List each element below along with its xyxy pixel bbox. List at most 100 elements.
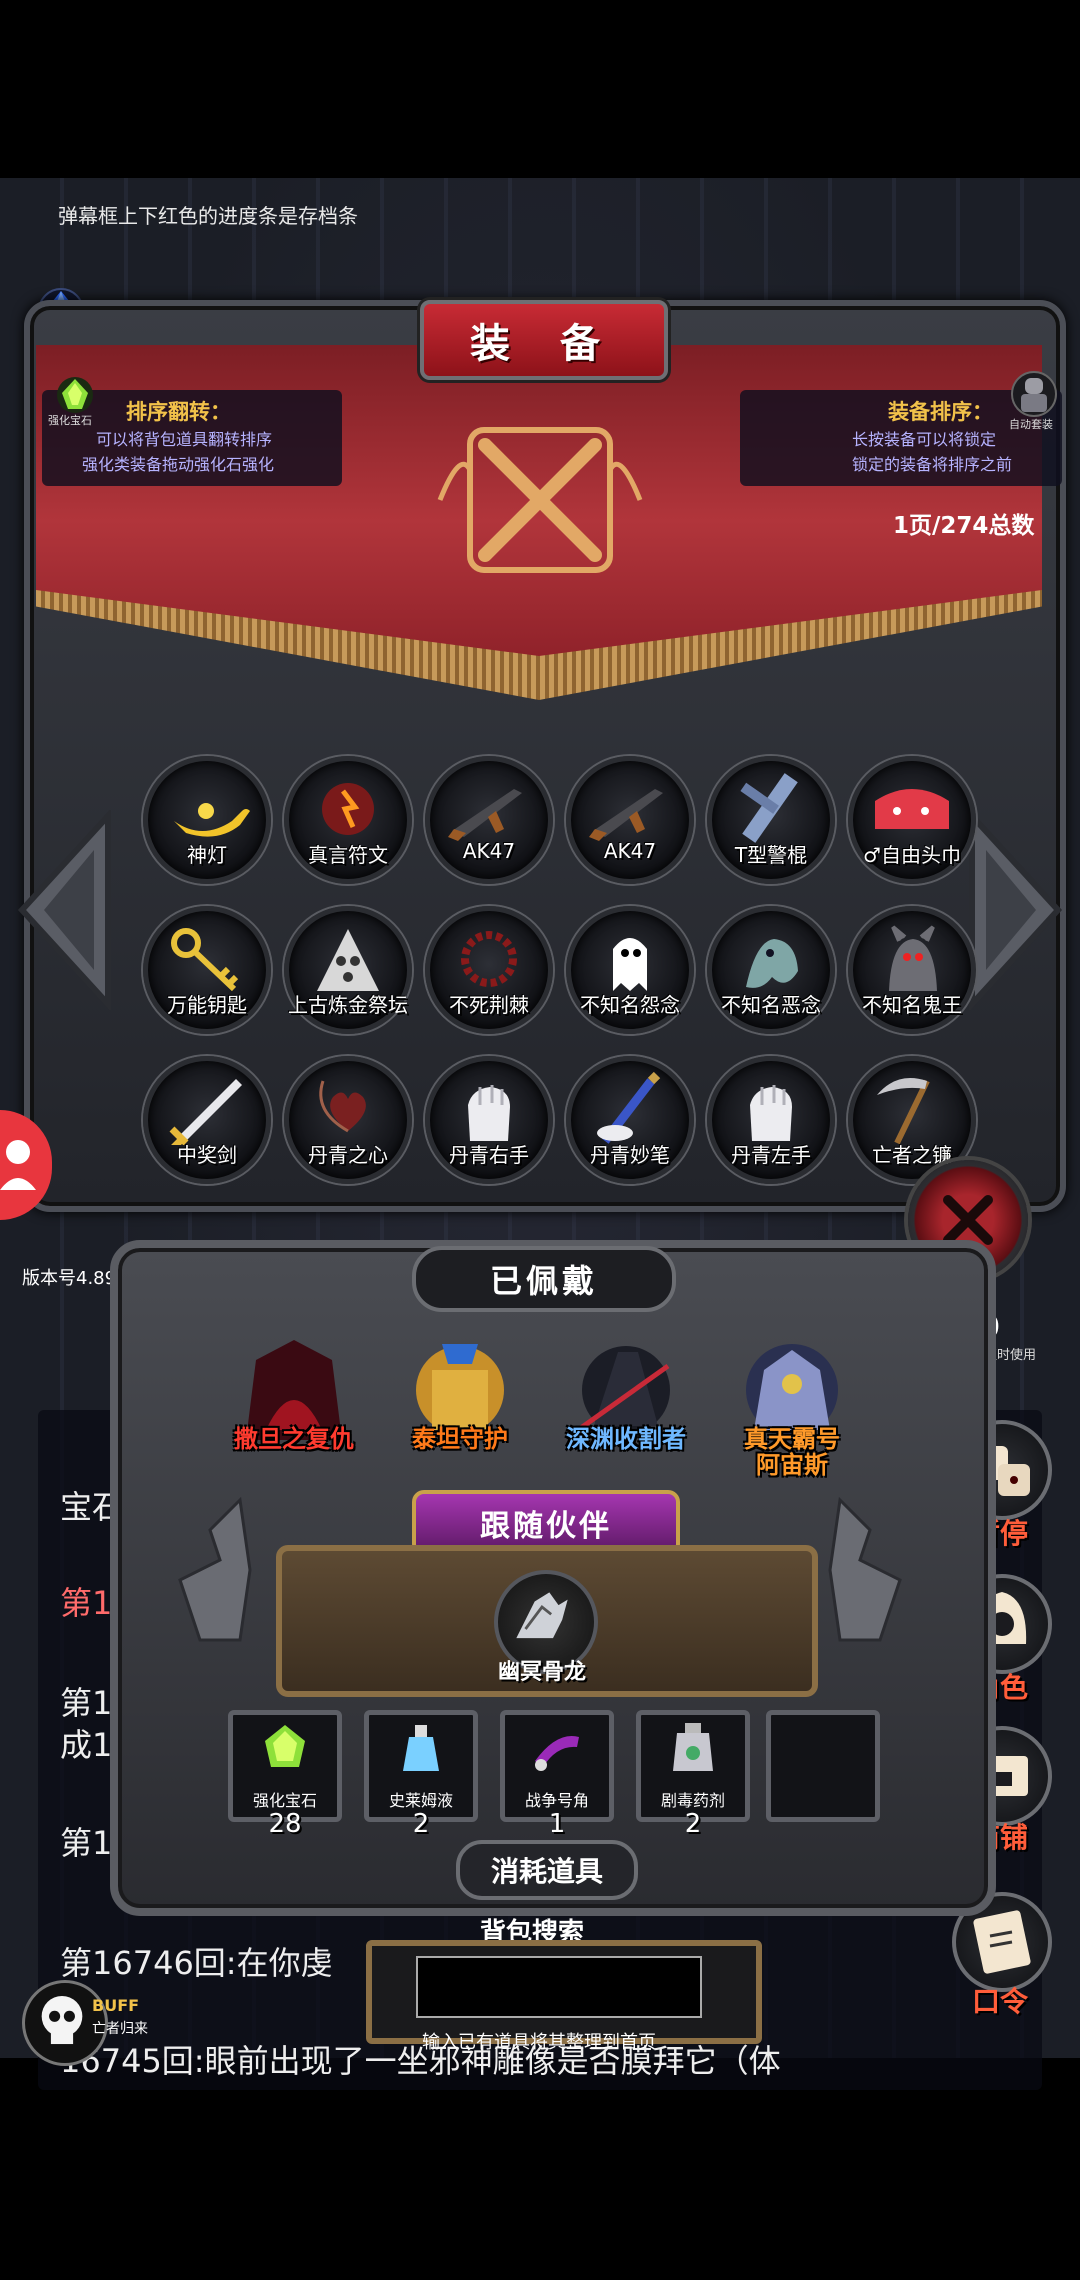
inventory-item-label: 不知名恶念 [721, 993, 821, 1017]
equipped-item[interactable]: 撒旦之复仇 [226, 1330, 362, 1466]
inventory-item[interactable]: 丹青左手 [707, 1056, 835, 1184]
inventory-item[interactable]: 神灯 [143, 756, 271, 884]
inventory-item[interactable]: 上古炼金祭坛 [284, 906, 412, 1034]
sword-icon [169, 1079, 242, 1145]
consumable-label: 战争号角 [524, 1791, 589, 1810]
inventory-item[interactable]: 丹青之心 [284, 1056, 412, 1184]
log-line: 第16746回:在你虔 [60, 1944, 333, 1982]
consumable-count: 1 [548, 1809, 566, 1839]
inventory-item[interactable]: 丹青妙笔 [566, 1056, 694, 1184]
inventory-item-label: 真言符文 [308, 843, 388, 867]
prev-page-arrow-icon[interactable] [16, 808, 112, 1012]
magic-lamp-icon [174, 803, 250, 837]
heart-chain-icon [319, 1080, 366, 1133]
equipped-item-label: 泰坦守护 [412, 1425, 508, 1453]
backpack-search-input[interactable] [416, 1956, 702, 2018]
inventory-item[interactable]: AK47 [566, 756, 694, 884]
page-title: 装 备 [420, 300, 668, 380]
crossed-swords-emblem-icon [430, 410, 650, 590]
inventory-item[interactable]: AK47 [425, 756, 553, 884]
thorn-wreath-icon [461, 931, 517, 987]
consumable-slot[interactable]: 战争号角 1 [500, 1710, 614, 1839]
inventory-item-label: 神灯 [187, 843, 227, 867]
inventory-item[interactable]: 丹青右手 [425, 1056, 553, 1184]
consumable-count: 28 [268, 1809, 302, 1839]
ghost-icon [613, 938, 647, 991]
skull-altar-icon [317, 929, 379, 991]
inventory-item[interactable]: 不知名怨念 [566, 906, 694, 1034]
consumable-slot[interactable]: 强化宝石 28 [228, 1710, 342, 1839]
save-progress-hint: 弹幕框上下红色的进度条是存档条 [58, 204, 358, 228]
equipped-item-label: 撒旦之复仇 [234, 1425, 354, 1453]
key-icon [171, 928, 239, 992]
consumable-label: 剧毒药剂 [660, 1791, 725, 1810]
equipped-item[interactable]: 真天霸号 阿宙斯 [724, 1330, 860, 1478]
inventory-item[interactable]: 中奖剑 [143, 1056, 271, 1184]
inventory-item-label: AK47 [462, 839, 516, 863]
inventory-item[interactable]: 不知名鬼王 [848, 906, 976, 1034]
consumable-slot[interactable]: 史莱姆液 2 [364, 1710, 478, 1839]
inventory-item-label: 不死荆棘 [449, 993, 529, 1017]
inventory-item-label: ♂自由头巾 [863, 843, 961, 867]
equipped-item[interactable]: 深渊收割者 [558, 1330, 694, 1466]
baton-icon [740, 773, 798, 843]
equipped-item-label: 真天霸号 阿宙斯 [744, 1425, 840, 1479]
consumable-count: 2 [412, 1809, 430, 1839]
inventory-item[interactable]: 真言符文 [284, 756, 412, 884]
inventory-item[interactable]: T型警棍 [707, 756, 835, 884]
inventory-item-label: 中奖剑 [177, 1143, 237, 1167]
log-line: 第1 [60, 1824, 113, 1862]
search-hint: 输入已有道具将其整理到首页 [422, 2032, 656, 2053]
consumables-title-text: 消耗道具 [490, 1855, 603, 1888]
equipped-item-label: 深渊收割者 [566, 1425, 686, 1453]
consumable-icon [535, 1736, 579, 1771]
equipped-title: 已佩戴 [412, 1246, 676, 1312]
inventory-item-label: 不知名鬼王 [862, 993, 962, 1017]
consumables-title: 消耗道具 [456, 1840, 638, 1900]
inventory-item-label: 丹青左手 [731, 1143, 811, 1167]
inventory-item-label: 不知名怨念 [580, 993, 680, 1017]
version-label: 版本号4.89 [22, 1268, 117, 1289]
inventory-item-label: 上古炼金祭坛 [288, 993, 408, 1017]
inventory-item-label: 万能钥匙 [167, 993, 247, 1017]
auto-equip-knight-icon[interactable]: 自动套装 [1005, 370, 1063, 431]
consumable-label: 强化宝石 [252, 1791, 317, 1810]
inventory-item-label: 丹青之心 [308, 1143, 388, 1167]
page-counter: 1页/274总数 [893, 513, 1035, 539]
inventory-item-label: 丹青右手 [449, 1143, 529, 1167]
consumable-label: 史莱姆液 [388, 1791, 453, 1810]
inventory-item[interactable]: ♂自由头巾 [848, 756, 976, 884]
consumable-icon [673, 1723, 713, 1771]
strengthen-gem-label: 强化宝石 [48, 414, 92, 427]
rifle-icon [589, 789, 663, 841]
rifle-icon [448, 789, 522, 841]
page-title-text: 装 备 [470, 321, 618, 367]
sort-flip-line2: 强化类装备拖动强化石强化 [82, 455, 275, 474]
inventory-item-label: AK47 [603, 839, 657, 863]
glove-icon [468, 1085, 510, 1141]
buff-sub: 亡者归来 [92, 2021, 148, 2037]
scythe-icon [877, 1078, 930, 1145]
profile-tab-icon[interactable] [0, 1110, 52, 1220]
consumable-icon [403, 1725, 439, 1771]
equipped-item[interactable]: 泰坦守护 [392, 1330, 528, 1466]
consumable-slot[interactable]: 剧毒药剂 2 [636, 1710, 750, 1839]
password-label: 口令 [971, 1985, 1028, 2018]
right-dragon-statue-icon [820, 1490, 930, 1650]
sort-flip-line1: 可以将背包道具翻转排序 [96, 430, 273, 449]
inventory-item[interactable]: 不死荆棘 [425, 906, 553, 1034]
companion-label: 幽冥骨龙 [497, 1660, 586, 1685]
strengthen-gem-icon[interactable]: 强化宝石 [48, 373, 102, 427]
inventory-item[interactable]: 万能钥匙 [143, 906, 271, 1034]
inventory-item-label: T型警棍 [734, 843, 808, 867]
phantom-icon [746, 939, 798, 988]
equip-sort-line2: 锁定的装备将排序之前 [852, 455, 1013, 474]
buff-tag: BUFF [92, 1996, 140, 2015]
inventory-item[interactable]: 不知名恶念 [707, 906, 835, 1034]
empty-consumable-slot[interactable] [766, 1710, 880, 1822]
left-dragon-statue-icon [150, 1490, 260, 1650]
rune-icon [322, 783, 374, 835]
follow-companion-title-text: 跟随伙伴 [480, 1509, 612, 1544]
brush-icon [597, 1071, 661, 1144]
consumable-count: 2 [684, 1809, 702, 1839]
